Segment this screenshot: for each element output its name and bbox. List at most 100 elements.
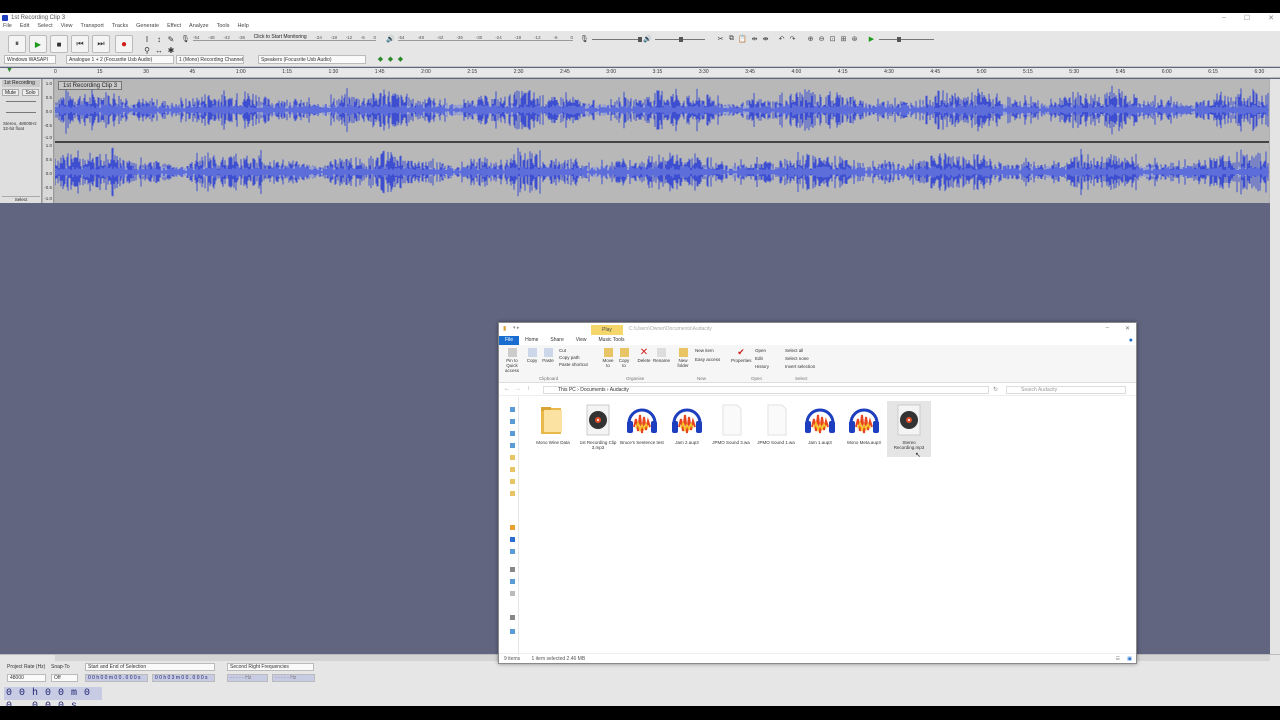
audio-host-select[interactable]: Windows WASAPI [4, 55, 56, 64]
folder-nav-icon[interactable] [510, 525, 515, 530]
pause-button[interactable]: ⏸ [8, 35, 26, 53]
move-to-button[interactable]: Move to [601, 348, 615, 368]
this-pc-nav-icon[interactable] [510, 549, 515, 554]
fit-project-icon[interactable]: ⊞ [839, 34, 848, 43]
explorer-close-icon[interactable]: ✕ [1125, 325, 1130, 332]
breadcrumb-documents[interactable]: Documents [580, 387, 605, 393]
playback-volume-knob[interactable] [679, 37, 683, 42]
folder-nav-icon[interactable] [510, 467, 515, 472]
ribbon-tab-music-tools[interactable]: Music Tools [593, 336, 631, 345]
envelope-tool-icon[interactable]: ↕ [154, 34, 164, 44]
folder-nav-icon[interactable] [510, 479, 515, 484]
up-icon[interactable]: ↑ [527, 386, 530, 392]
pin-head-icon[interactable]: ▼ [6, 67, 13, 74]
selection-start-time[interactable]: 0 0 h 0 0 m 0 0 . 0 0 0 s [85, 674, 148, 682]
file-item-blank[interactable]: JPMO Sound 3.wa [709, 401, 753, 457]
nav-item-icon[interactable] [510, 629, 515, 634]
gain-slider[interactable] [6, 101, 36, 102]
menu-transport[interactable]: Transport [80, 23, 103, 31]
ribbon-tab-file[interactable]: File [499, 336, 520, 345]
select-all-button[interactable]: Select all [785, 348, 803, 353]
file-item-mp3-selected[interactable]: Stereo Recording.mp3 [887, 401, 931, 457]
copy-button[interactable]: Copy [525, 348, 539, 363]
zoom-out-icon[interactable]: ⊖ [817, 34, 826, 43]
selection-end-time[interactable]: 0 0 h 0 3 m 0 0 . 0 0 0 s [152, 674, 215, 682]
audio-position-display[interactable]: 0 0 h 0 0 m 0 0 . 0 0 0 s [4, 687, 102, 706]
file-item-aup[interactable]: Jam 2.aup3 [665, 401, 709, 457]
snap-to-select[interactable]: Off [51, 674, 78, 682]
audio-track[interactable]: 1st Recording Mute Solo Stereo, 48000Hz … [0, 79, 1272, 203]
spectral-selection-select[interactable]: Second Right Frequencies [227, 663, 314, 671]
selection-tool-icon[interactable]: I [142, 34, 152, 44]
play-speed-knob[interactable] [897, 37, 901, 42]
track-name[interactable]: 1st Recording [2, 80, 40, 87]
sync-lock-icon[interactable]: ◆ [376, 54, 385, 63]
nav-item-icon[interactable] [510, 591, 515, 596]
low-frequency-field[interactable]: - - - - - Hz [227, 674, 268, 682]
nav-item-icon[interactable] [510, 431, 515, 436]
close-icon[interactable]: ✕ [1268, 14, 1274, 22]
paste-shortcut-button[interactable]: Paste shortcut [559, 362, 588, 367]
invert-selection-button[interactable]: Invert selection [785, 364, 815, 369]
skip-to-start-button[interactable]: ⏮ [71, 35, 89, 53]
selection-mode-select[interactable]: Start and End of Selection [85, 663, 215, 671]
playback-meter[interactable]: -54 -48 -42 -36 -30 -24 -18 -12 -6 0 [398, 34, 573, 41]
redo-icon[interactable]: ↷ [788, 34, 797, 43]
menu-file[interactable]: File [3, 23, 12, 31]
fit-selection-icon[interactable]: ⊡ [828, 34, 837, 43]
rename-button[interactable]: Rename [653, 348, 670, 363]
record-meter[interactable]: -54 -48 -42 -36 Click to Start Monitoring -… [193, 34, 376, 41]
easy-access-button[interactable]: Easy access [695, 357, 720, 362]
play-context-tab[interactable]: Play [591, 325, 623, 335]
folder-nav-icon[interactable] [510, 455, 515, 460]
playback-device-select[interactable]: Speakers (Focusrite Usb Audio) [258, 55, 366, 64]
vertical-scrollbar[interactable] [1270, 79, 1280, 667]
stop-button[interactable]: ■ [50, 35, 68, 53]
play-at-speed-icon[interactable]: ▶ [867, 34, 876, 43]
properties-button[interactable]: ✔ Properties [731, 348, 752, 364]
track-select-button[interactable]: Select [2, 196, 40, 202]
zoom-in-icon[interactable]: ⊕ [806, 34, 815, 43]
clip-title[interactable]: 1st Recording Clip 3 [58, 81, 123, 90]
project-rate-select[interactable]: 48000 [7, 674, 46, 682]
solo-button[interactable]: Solo [22, 89, 39, 96]
search-input[interactable]: Search Audacity [1006, 386, 1126, 394]
file-item-aup[interactable]: Bruce's Sentence test [620, 401, 664, 457]
help-icon[interactable]: ● [1129, 337, 1133, 344]
menu-analyze[interactable]: Analyze [189, 23, 209, 31]
onedrive-nav-icon[interactable] [510, 537, 515, 542]
new-folder-button[interactable]: New folder [675, 348, 691, 368]
refresh-icon[interactable]: ↻ [993, 386, 998, 393]
undo-icon[interactable]: ↶ [777, 34, 786, 43]
menu-edit[interactable]: Edit [20, 23, 29, 31]
ribbon-tab-home[interactable]: Home [519, 336, 544, 345]
high-frequency-field[interactable]: - - - - - Hz [272, 674, 315, 682]
menu-select[interactable]: Select [37, 23, 52, 31]
file-item-blank[interactable]: JPMO Sound 1.wa [754, 401, 798, 457]
file-item-folder[interactable]: Mono Wine Data [531, 401, 575, 457]
quick-access-nav-icon[interactable] [510, 407, 515, 412]
paste-icon[interactable]: 📋 [738, 34, 747, 43]
menu-effect[interactable]: Effect [167, 23, 181, 31]
navigation-pane[interactable] [499, 397, 519, 655]
record-button[interactable]: ● [115, 35, 133, 53]
select-none-button[interactable]: Select none [785, 356, 809, 361]
timeline-ruler[interactable]: ▼ 0 15 30 45 1:00 1:15 1:30 1:45 2:00 2:15 2:30 2:… [0, 67, 1280, 78]
nav-item-icon[interactable] [510, 579, 515, 584]
delete-button[interactable]: ✕ Delete [637, 348, 651, 364]
forward-icon[interactable]: → [515, 386, 521, 392]
open-button[interactable]: Open [755, 348, 766, 353]
ribbon-tab-share[interactable]: Share [544, 336, 569, 345]
ribbon-tab-view[interactable]: View [570, 336, 593, 345]
cut-button[interactable]: Cut [559, 348, 566, 353]
recording-volume-slider[interactable] [592, 39, 642, 40]
explorer-minimize-icon[interactable]: – [1106, 325, 1109, 332]
seek-icon[interactable]: ◆ [396, 54, 405, 63]
skip-to-end-button[interactable]: ⏭ [92, 35, 110, 53]
large-icons-view-icon[interactable]: ▣ [1127, 654, 1132, 664]
recording-channels-select[interactable]: 1 (Mono) Recording Channel [176, 55, 244, 64]
copy-icon[interactable]: ⧉ [727, 34, 736, 43]
nav-item-icon[interactable] [510, 443, 515, 448]
menu-tracks[interactable]: Tracks [112, 23, 128, 31]
paste-button[interactable]: Paste [541, 348, 555, 363]
